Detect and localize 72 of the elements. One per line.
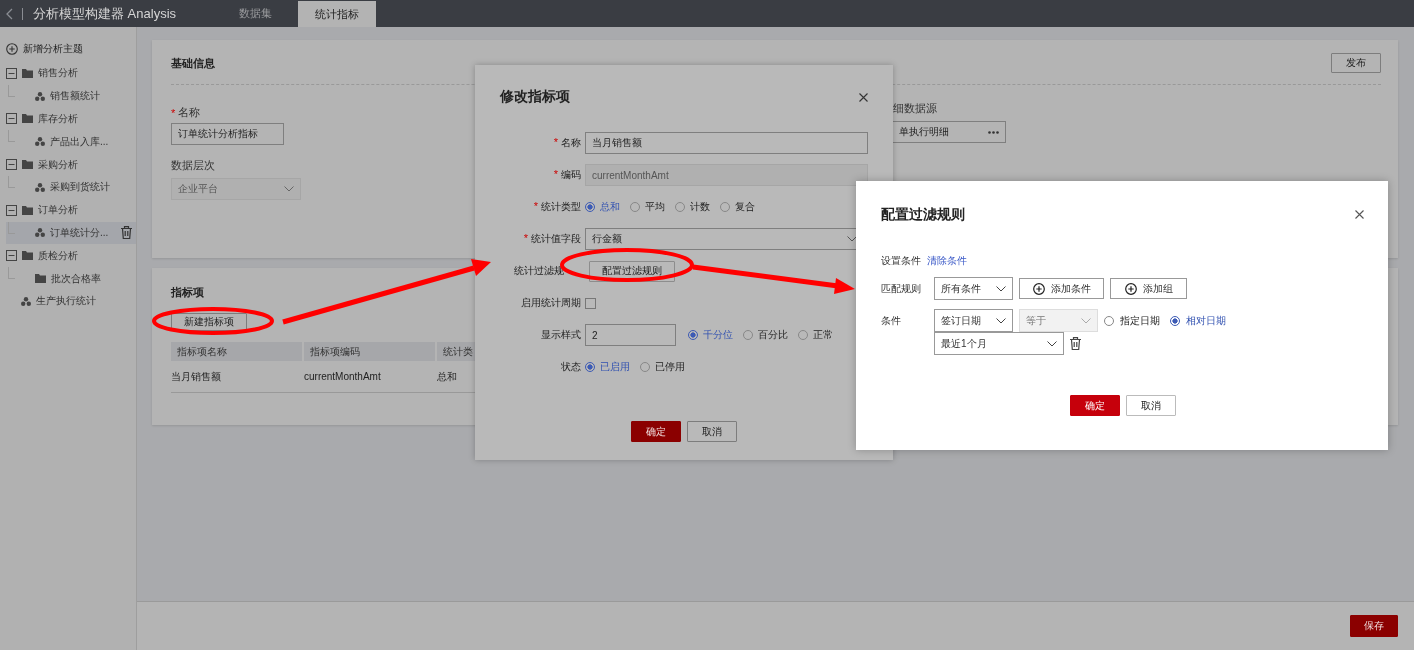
field-label: 条件 [881,313,902,328]
field-label: 状态 [561,360,581,374]
section-title: 指标项 [171,285,204,300]
cancel-button[interactable]: 取消 [687,421,737,442]
radio-option[interactable]: 正常 [798,328,833,342]
tree-item[interactable]: 采购到货统计 [6,176,136,199]
dialog-title: 配置过滤规则 [881,205,965,224]
new-metric-button[interactable]: 新建指标项 [171,313,247,331]
tab[interactable]: 数据集 [216,0,295,26]
required-mark: * [553,168,558,182]
add-topic-button[interactable]: 新增分析主题 [0,40,136,57]
cancel-button[interactable]: 取消 [1125,395,1176,416]
app-title: 分析模型构建器 Analysis [33,4,177,23]
field-label: 匹配规则 [881,281,922,296]
field-label: 显示样式 [541,328,581,342]
match-select[interactable]: 所有条件 [934,277,1013,300]
field-label: 统计类型 [541,200,581,214]
range-select[interactable]: 最近1个月 [934,332,1064,355]
field-label: 统计过滤规 [514,264,564,278]
field-label: 名称 [178,105,201,120]
radio-option[interactable]: 千分位 [688,328,733,342]
field-label: 统计值字段 [531,232,581,246]
radio-option[interactable]: 已停用 [640,360,685,374]
save-button[interactable]: 保存 [1350,615,1398,637]
tree-item[interactable]: 销售额统计 [6,84,136,108]
required-mark: * [533,200,538,214]
source-field[interactable]: 单执行明细 [893,121,1006,143]
tree-item[interactable]: 订单分析 [0,198,136,222]
clear-conditions-link[interactable]: 清除条件 [927,254,967,268]
field-label: 启用统计周期 [521,296,581,310]
radio-option[interactable]: 总和 [585,200,620,214]
column-header: 指标项编码 [304,342,437,361]
field-label: 编码 [561,168,581,182]
radio-option[interactable]: 相对日期 [1170,313,1226,328]
column-header: 指标项名称 [171,342,304,361]
required-mark: * [171,106,176,119]
add-condition-button[interactable]: 添加条件 [1019,278,1104,299]
table-cell-text: 总和 [437,369,458,384]
field-label: 细数据源 [893,101,937,116]
tab[interactable]: 统计指标 [298,1,377,27]
field-select[interactable]: 签订日期 [934,309,1013,332]
confirm-button[interactable]: 确定 [1069,395,1120,416]
radio-option[interactable]: 指定日期 [1104,313,1160,328]
tree-item[interactable]: 销售分析 [0,62,136,85]
radio-option[interactable]: 复合 [720,200,755,214]
tree-item[interactable]: 订单统计分... [6,221,136,245]
radio-option[interactable]: 平均 [630,200,665,214]
name-field[interactable]: 订单统计分析指标 [171,123,284,145]
section-title: 基础信息 [171,55,215,71]
tree-item[interactable]: 产品出入库... [6,130,136,154]
radio-option[interactable]: 计数 [675,200,710,214]
table-cell-text: 当月销售额 [171,369,222,384]
radio-option[interactable]: 百分比 [743,328,788,342]
field-label: 设置条件 [881,254,921,268]
column-header: 统计类 [442,344,474,359]
tree-item[interactable]: 质检分析 [0,244,136,268]
add-group-button[interactable]: 添加组 [1110,278,1187,299]
confirm-button[interactable]: 确定 [631,421,681,442]
text-field[interactable]: 2 [585,324,676,346]
field-label: 名称 [561,136,581,150]
publish-button[interactable]: 发布 [1331,53,1381,73]
tree-item[interactable]: 生产执行统计 [0,289,136,313]
required-mark: * [553,136,558,150]
required-mark: * [523,232,528,246]
tree-item[interactable]: 采购分析 [0,153,136,176]
radio-option[interactable]: 已启用 [585,360,630,374]
tree-item[interactable]: 批次合格率 [6,267,136,290]
field-label: 数据层次 [171,158,215,173]
text-field[interactable]: 当月销售额 [585,132,868,154]
tree-item[interactable]: 库存分析 [0,107,136,131]
dialog-title: 修改指标项 [500,88,570,106]
table-cell-text: currentMonthAmt [304,370,382,384]
